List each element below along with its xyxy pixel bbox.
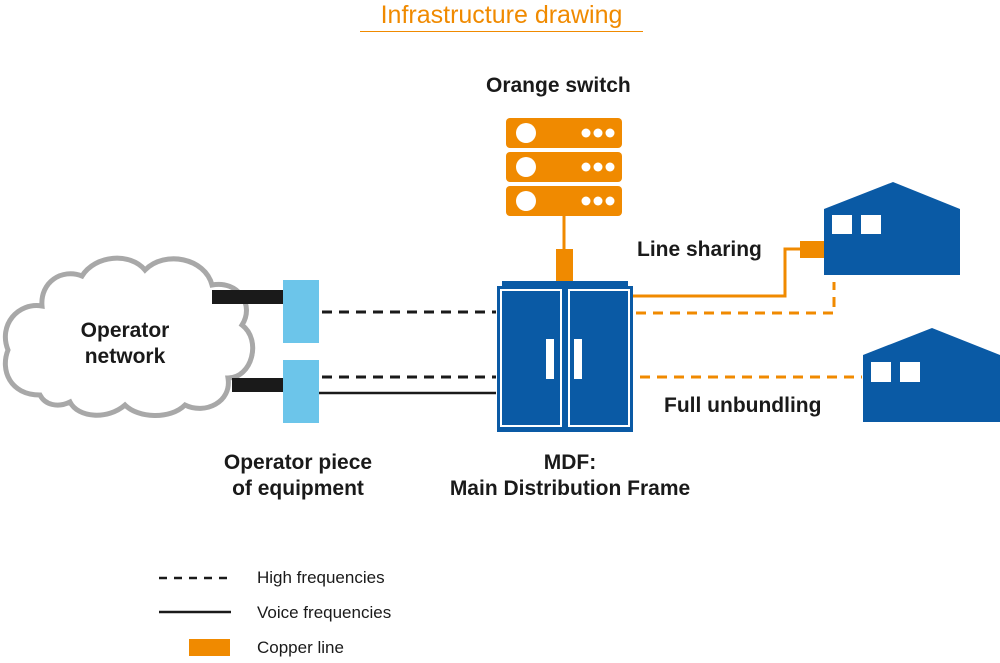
mdf-label: MDF: Main Distribution Frame: [420, 450, 720, 502]
full-unbundling-label: Full unbundling: [664, 394, 822, 417]
orange-switch-icon: [506, 118, 622, 282]
mdf-cabinet-icon: [497, 281, 633, 432]
operator-network-label: Operator network: [55, 318, 195, 370]
orange-switch-label: Orange switch: [486, 74, 631, 97]
legend-voice-frequencies: Voice frequencies: [257, 603, 392, 622]
legend-copper-swatch: [189, 639, 230, 656]
legend-high-frequencies: High frequencies: [257, 568, 385, 587]
operator-network-label-line2: network: [84, 345, 166, 368]
operator-equipment-label-line1: Operator piece: [223, 451, 373, 474]
line-sharing-label: Line sharing: [637, 238, 762, 261]
operator-equipment-label-line2: of equipment: [232, 477, 364, 500]
operator-equipment-label: Operator piece of equipment: [198, 450, 398, 502]
line-sharing-connector: [800, 241, 824, 258]
operator-link-top: [212, 290, 284, 304]
mdf-label-line1: MDF:: [543, 451, 597, 474]
legend-copper-line: Copper line: [257, 638, 344, 657]
operator-network-label-line1: Operator: [80, 319, 170, 342]
customer-building-icon-full-unbundling: [863, 328, 1000, 422]
operator-equipment-top-icon: [283, 280, 319, 343]
operator-link-bottom: [232, 378, 284, 392]
operator-equipment-bottom-icon: [283, 360, 319, 423]
mdf-label-line2: Main Distribution Frame: [449, 477, 691, 500]
customer-building-icon-line-sharing: [824, 182, 960, 275]
